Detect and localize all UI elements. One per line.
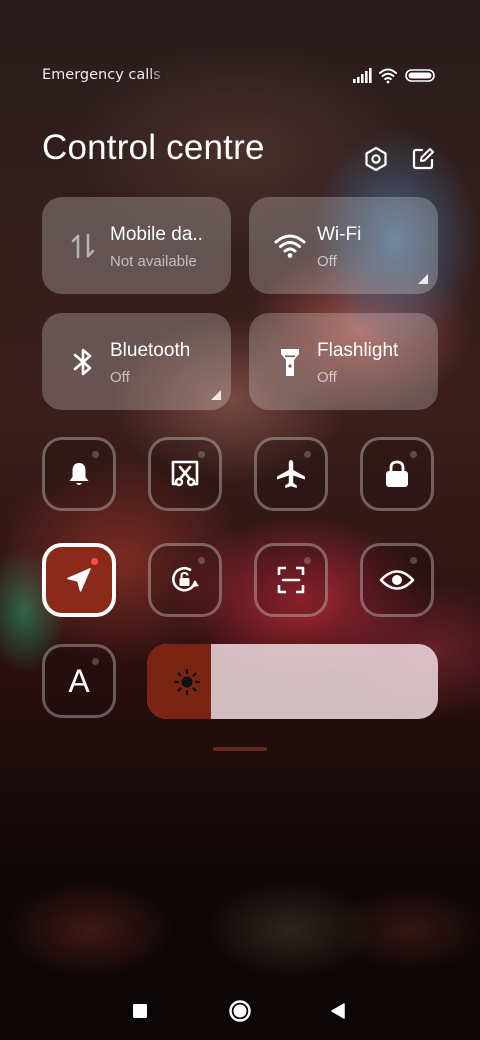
- tile-flashlight-name: Flashlight: [317, 340, 399, 361]
- tile-wifi-name: Wi-Fi: [317, 224, 362, 245]
- tile-bluetooth-name: Bluetooth: [110, 340, 191, 361]
- status-icons: [353, 68, 435, 84]
- toggle-lock-screen[interactable]: [360, 437, 434, 511]
- eye-icon: [379, 570, 415, 590]
- edit-icon: [412, 148, 434, 170]
- edit-button[interactable]: [409, 145, 437, 173]
- wifi-expand-indicator[interactable]: [418, 274, 428, 284]
- location-icon: [67, 568, 91, 592]
- tile-wifi[interactable]: Wi-Fi Off: [249, 197, 438, 294]
- airplane-icon: [277, 460, 305, 488]
- toggle-indicator-dot: [91, 558, 98, 565]
- sun-icon: [173, 668, 201, 696]
- tile-wifi-state: Off: [317, 253, 337, 270]
- wifi-icon: [379, 68, 397, 84]
- toggle-rotation-lock[interactable]: [148, 543, 222, 617]
- bluetooth-expand-indicator[interactable]: [211, 390, 221, 400]
- toggle-indicator-dot: [410, 557, 417, 564]
- tile-flashlight-state: Off: [317, 369, 337, 386]
- settings-icon: [365, 146, 387, 172]
- lock-icon: [386, 460, 408, 487]
- toggle-indicator-dot: [92, 451, 99, 458]
- rotation-lock-icon: [172, 566, 199, 592]
- control-centre-panel: Emergency calls o Control centre Mobile …: [0, 0, 480, 1040]
- navigation-bar: [0, 990, 480, 1032]
- brightness-slider[interactable]: [147, 644, 438, 719]
- signal-icon: [353, 68, 372, 83]
- toggle-indicator-dot: [304, 451, 311, 458]
- toggle-silent[interactable]: [42, 437, 116, 511]
- tile-flashlight[interactable]: Flashlight Off: [249, 313, 438, 410]
- home-button[interactable]: [220, 990, 260, 1032]
- bluetooth-icon: [66, 345, 100, 379]
- toggle-indicator-dot: [198, 557, 205, 564]
- battery-icon: [405, 69, 435, 82]
- panel-drag-handle[interactable]: [213, 747, 267, 751]
- toggle-scanner[interactable]: [254, 543, 328, 617]
- tile-bluetooth[interactable]: Bluetooth Off: [42, 313, 231, 410]
- settings-button[interactable]: [362, 145, 390, 173]
- tile-mobile-data[interactable]: Mobile da.. Not available: [42, 197, 231, 294]
- toggle-indicator-dot: [410, 451, 417, 458]
- recents-button[interactable]: [120, 990, 160, 1032]
- tile-mobile-data-name: Mobile da..: [110, 224, 203, 245]
- toggle-location[interactable]: [42, 543, 116, 617]
- home-icon: [229, 1000, 251, 1022]
- status-carrier-text: Emergency calls o: [42, 67, 168, 83]
- back-icon: [331, 1003, 345, 1019]
- toggle-reading-mode[interactable]: [360, 543, 434, 617]
- tile-bluetooth-state: Off: [110, 369, 130, 386]
- back-button[interactable]: [318, 990, 358, 1032]
- toggle-indicator-dot: [92, 658, 99, 665]
- toggle-indicator-dot: [198, 451, 205, 458]
- flashlight-icon: [273, 345, 307, 379]
- scanner-icon: [277, 566, 305, 594]
- toggle-screenshot[interactable]: [148, 437, 222, 511]
- bell-icon: [69, 463, 89, 485]
- tile-mobile-data-state: Not available: [110, 253, 197, 270]
- screenshot-icon: [171, 460, 199, 487]
- toggle-indicator-dot: [304, 557, 311, 564]
- recents-icon: [133, 1004, 147, 1018]
- auto-brightness-label: A: [68, 662, 90, 699]
- mobile-data-icon: [66, 229, 100, 263]
- toggle-auto-brightness[interactable]: A: [42, 644, 116, 718]
- wifi-icon: [273, 229, 307, 263]
- toggle-airplane-mode[interactable]: [254, 437, 328, 511]
- page-title: Control centre: [42, 128, 265, 167]
